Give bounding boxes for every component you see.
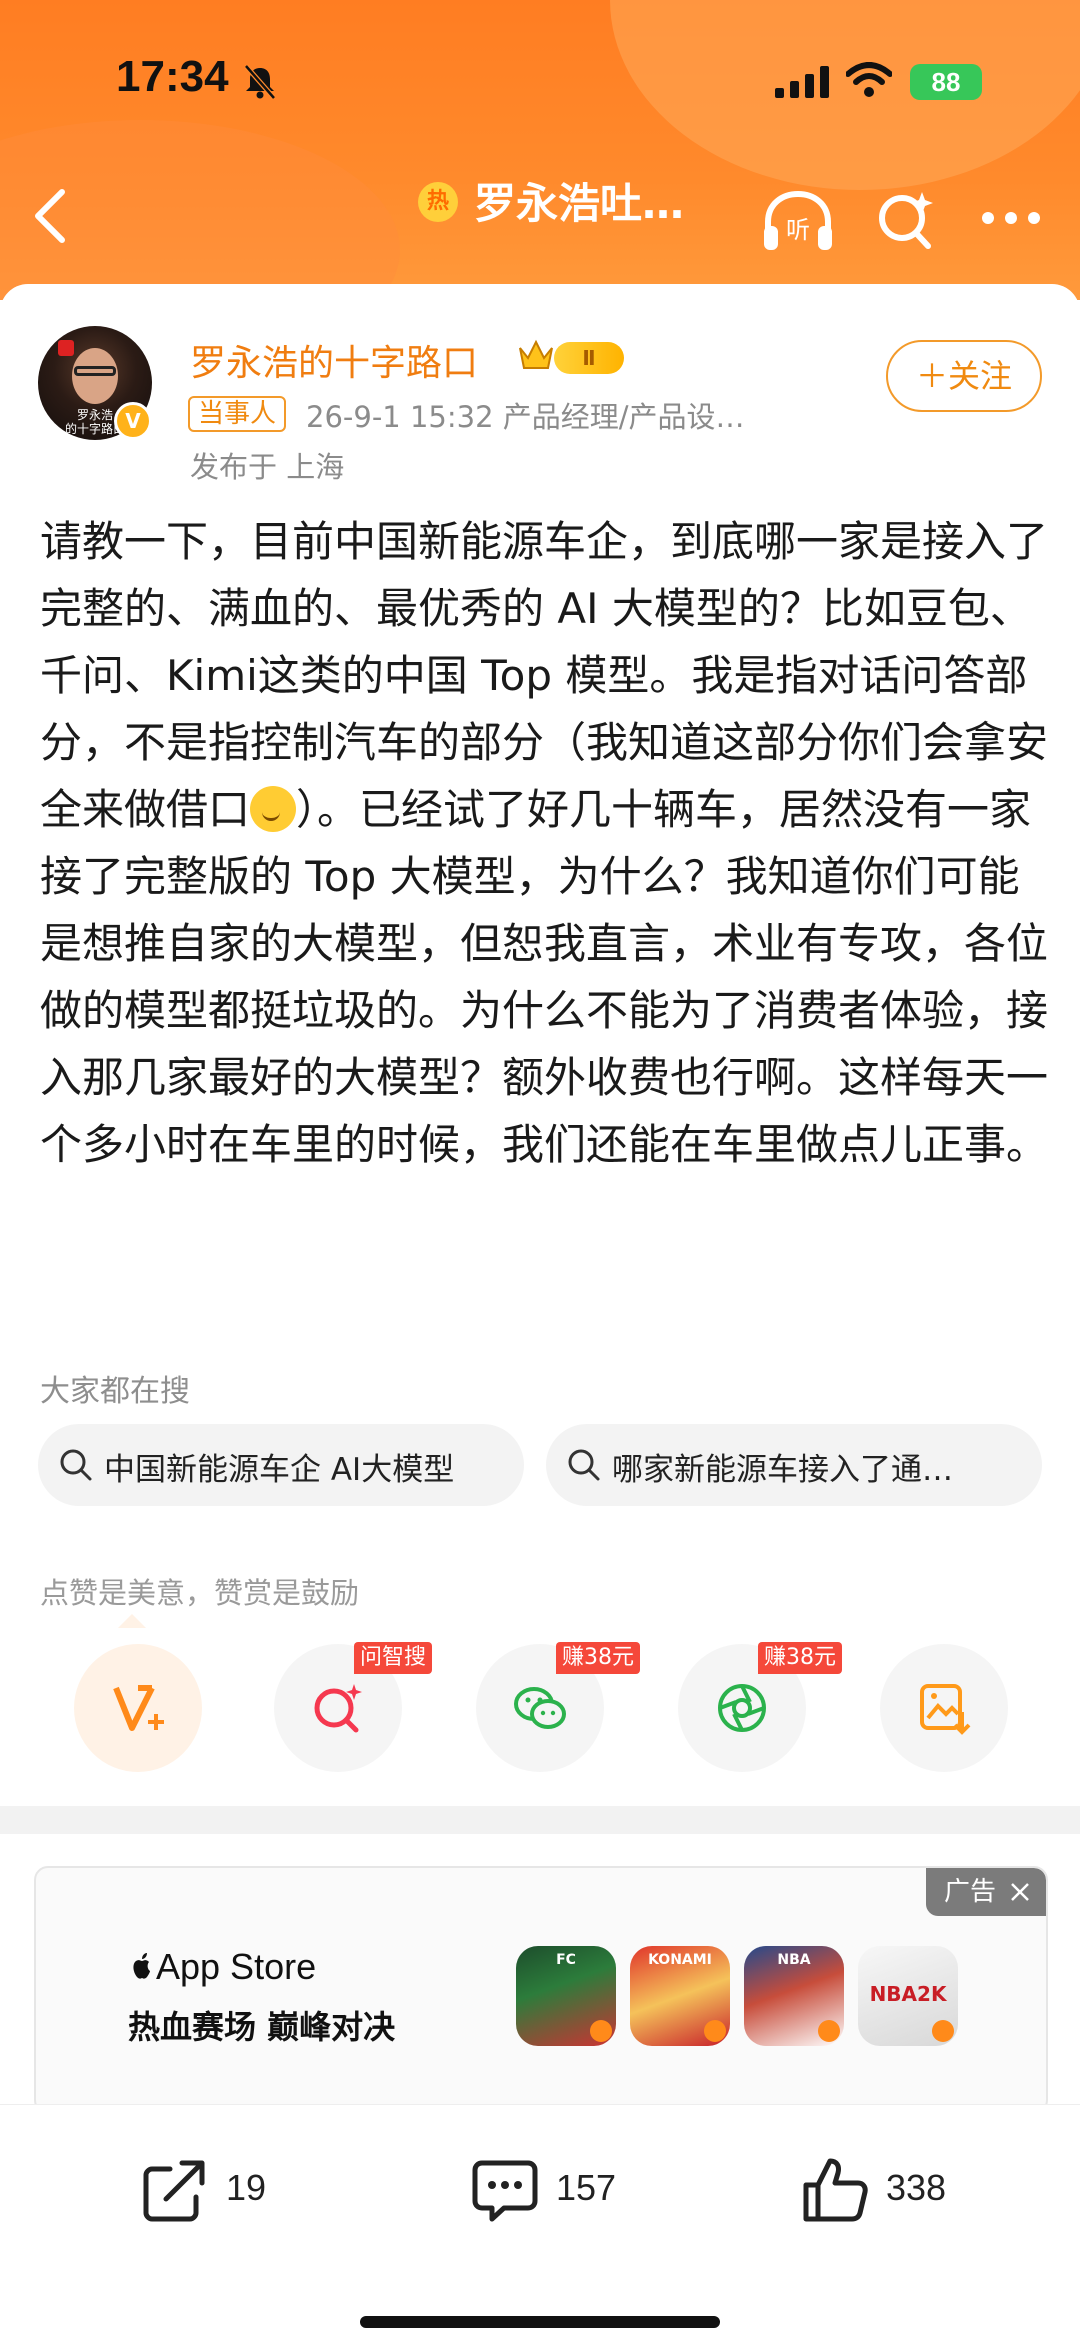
smart-search-tag: 问智搜 xyxy=(354,1642,433,1674)
author-name[interactable]: 罗永浩的十字路口 xyxy=(190,334,478,386)
download-badge-icon xyxy=(704,2020,726,2042)
game-label: KONAMI xyxy=(648,1952,712,1968)
search-chip[interactable]: 哪家新能源车接入了通… xyxy=(546,1424,1042,1506)
header: 17:34 88 热 罗永浩吐… 听 xyxy=(0,0,1080,300)
repost-count: 19 xyxy=(226,2167,267,2208)
save-image-button[interactable] xyxy=(880,1644,1008,1772)
more-icon[interactable] xyxy=(980,206,1042,230)
smirk-emoji-icon xyxy=(250,786,297,832)
level-badge: Ⅱ xyxy=(554,342,624,374)
home-indicator xyxy=(360,2316,720,2328)
comment-icon xyxy=(472,2160,538,2222)
post-card: 罗永浩 的十字路口 V 罗永浩的十字路口 Ⅱ 当事人 26-9-1 15:32 … xyxy=(0,284,1080,2348)
apple-icon xyxy=(133,1953,150,1979)
search-icon xyxy=(60,1449,92,1481)
thumbs-up-icon xyxy=(803,2158,868,2222)
reward-button[interactable] xyxy=(74,1644,202,1772)
game-icon-nba2k[interactable]: NBA2K xyxy=(858,1946,958,2046)
reward-hint-pointer xyxy=(118,1614,146,1628)
download-badge-icon xyxy=(590,2020,612,2042)
ad-slogan: 热血赛场 巅峰对决 xyxy=(128,2008,396,2046)
game-icon-konami[interactable]: KONAMI xyxy=(630,1946,730,2046)
page-title[interactable]: 罗永浩吐… xyxy=(474,170,684,231)
nav-bar: 热 罗永浩吐… 听 xyxy=(0,160,1080,270)
status-bar: 17:34 88 xyxy=(0,52,1080,112)
post-location: 发布于 上海 xyxy=(190,450,345,484)
game-icon-fc[interactable]: FC xyxy=(516,1946,616,2046)
search-chip[interactable]: 中国新能源车企 AI大模型 xyxy=(38,1424,524,1506)
smart-search-icon xyxy=(314,1684,362,1733)
search-chip-label: 中国新能源车企 AI大模型 xyxy=(104,1452,455,1488)
game-icon-nba[interactable]: NBA xyxy=(744,1946,844,2046)
appstore-logo: App Store xyxy=(128,1946,316,1988)
post-body: 请教一下，目前中国新能源车企，到底哪一家是接入了完整的、满血的、最优秀的 AI … xyxy=(40,508,1050,1178)
repost-icon xyxy=(143,2160,205,2222)
listen-headphone-icon[interactable]: 听 xyxy=(760,188,836,254)
avatar-glasses xyxy=(74,366,116,376)
bottom-action-bar: 19 157 338 xyxy=(0,2104,1080,2264)
like-count: 338 xyxy=(886,2167,947,2208)
moments-earn-tag: 赚38元 xyxy=(758,1642,842,1674)
ad-card[interactable]: 广告 App Store 热血赛场 巅峰对决 FC KONAMI NBA NBA… xyxy=(34,1866,1048,2114)
search-chip-label: 哪家新能源车接入了通… xyxy=(612,1452,953,1488)
bell-off-icon xyxy=(244,64,276,100)
verified-badge-icon: V xyxy=(114,402,152,440)
section-divider xyxy=(0,1806,1080,1834)
status-time: 17:34 xyxy=(116,52,229,101)
hot-icon: 热 xyxy=(418,182,458,222)
search-sparkle-icon[interactable] xyxy=(876,188,936,250)
game-label: NBA2K xyxy=(869,1982,947,2006)
role-tag: 当事人 xyxy=(188,396,287,432)
download-badge-icon xyxy=(932,2020,954,2042)
signal-icon xyxy=(775,66,829,98)
reward-v-plus-icon xyxy=(113,1685,164,1731)
game-label: FC xyxy=(556,1952,576,1968)
ad-tag-label: 广告 xyxy=(944,1877,997,1907)
avatar-face xyxy=(72,348,118,404)
wechat-icon xyxy=(514,1687,566,1729)
battery-indicator: 88 xyxy=(910,64,982,100)
back-arrow-icon[interactable] xyxy=(30,186,70,246)
reward-hint: 点赞是美意，赞赏是鼓励 xyxy=(40,1576,360,1610)
comment-count: 157 xyxy=(556,2167,617,2208)
download-badge-icon xyxy=(818,2020,840,2042)
post-meta: 26-9-1 15:32 产品经理/产品设… xyxy=(306,400,745,434)
crown-icon xyxy=(519,339,553,369)
wechat-earn-tag: 赚38元 xyxy=(556,1642,640,1674)
search-icon xyxy=(568,1449,600,1481)
close-icon[interactable] xyxy=(1010,1882,1030,1902)
svg-text:听: 听 xyxy=(786,216,810,244)
post-text-part2: ）。已经试了好几十辆车，居然没有一家接了完整版的 Top 大模型，为什么？我知道… xyxy=(40,785,1049,1169)
avatar-badge-mark xyxy=(58,340,74,356)
appstore-brand: App Store xyxy=(156,1946,317,1987)
moments-icon xyxy=(718,1684,766,1732)
follow-button[interactable]: ＋关注 xyxy=(886,340,1042,412)
trending-search-title: 大家都在搜 xyxy=(40,1374,190,1409)
image-download-icon xyxy=(920,1684,971,1735)
game-label: NBA xyxy=(777,1952,811,1968)
wifi-icon xyxy=(846,62,892,97)
